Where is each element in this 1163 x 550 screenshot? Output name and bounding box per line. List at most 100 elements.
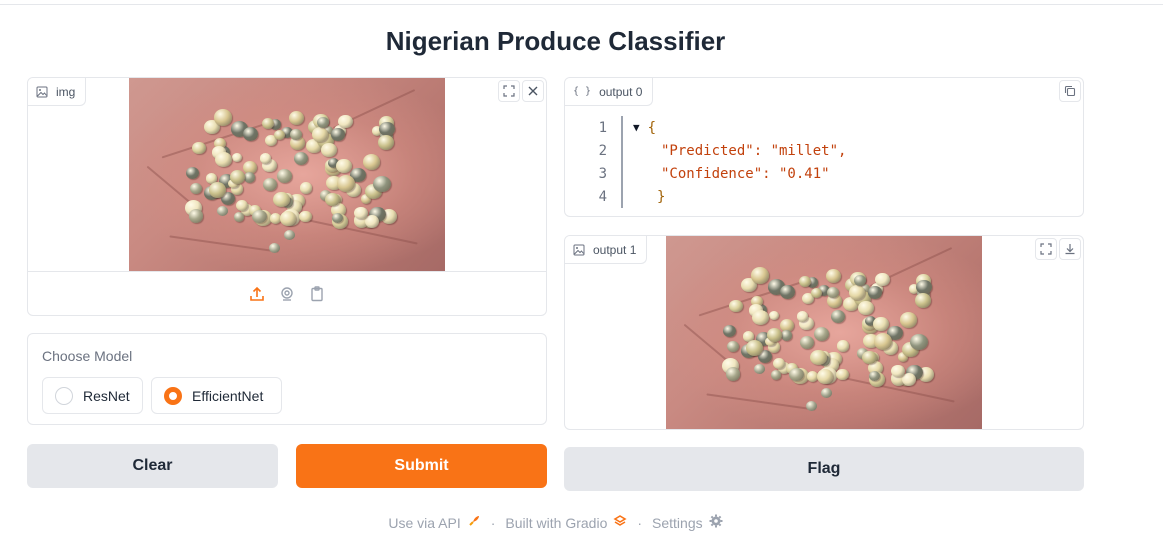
millet-grain: [916, 279, 932, 294]
millet-grain: [190, 182, 202, 194]
settings-text: Settings: [652, 514, 703, 531]
millet-grain: [373, 176, 391, 193]
flag-button[interactable]: Flag: [564, 447, 1084, 491]
millet-grain: [316, 117, 329, 129]
output0-label: { } output 0: [565, 78, 654, 106]
download-icon[interactable]: [1059, 238, 1081, 260]
line-number: 1: [598, 119, 607, 136]
millet-grain: [874, 333, 893, 350]
json-viewer: 1 ▼ { 2 "Predicted": "millet", 3 "Confid…: [585, 116, 846, 208]
millet-grain: [321, 142, 337, 157]
millet-grain: [875, 273, 890, 287]
millet-grain: [770, 369, 782, 380]
millet-grain: [299, 182, 313, 194]
output-millet-image: [666, 236, 982, 429]
millet-grain: [353, 206, 368, 220]
millet-grain: [284, 230, 295, 240]
millet-grain: [192, 142, 206, 155]
image-icon: [36, 86, 48, 98]
millet-grain: [751, 309, 769, 325]
millet-grain: [780, 330, 793, 341]
json-line: 2 "Predicted": "millet",: [585, 139, 846, 162]
radio-indicator[interactable]: [55, 386, 73, 405]
millet-grain: [910, 334, 928, 351]
page-title: Nigerian Produce Classifier: [385, 26, 726, 56]
json-icon: { }: [573, 86, 592, 97]
indent-guide: [621, 139, 623, 162]
millet-grain: [806, 401, 817, 411]
clear-button[interactable]: Clear: [27, 444, 278, 488]
close-icon[interactable]: [522, 80, 544, 102]
radio-indicator-selected[interactable]: [164, 386, 182, 405]
millet-grain: [273, 191, 290, 207]
millet-grain: [745, 339, 764, 356]
millet-grain: [188, 209, 204, 223]
millet-grain: [378, 134, 395, 150]
output0-label-text: output 0: [599, 84, 643, 99]
clipboard-icon[interactable]: [308, 285, 326, 303]
millet-grain: [217, 206, 228, 216]
millet-grain: [768, 310, 779, 320]
millet-grain: [243, 172, 256, 183]
millet-grain: [915, 292, 932, 308]
model-choice-block: Choose Model ResNet EfficientNet: [27, 333, 547, 425]
output1-label-text: output 1: [593, 242, 637, 257]
radio-resnet[interactable]: ResNet: [42, 377, 143, 414]
millet-grain: [780, 284, 796, 299]
collapse-toggle-icon[interactable]: ▼: [633, 121, 640, 134]
millet-grain: [848, 285, 865, 301]
millet-grain: [821, 388, 832, 398]
footer-separator: ·: [637, 514, 643, 531]
submit-button[interactable]: Submit: [296, 444, 547, 488]
millet-grain: [723, 324, 737, 338]
radio-efficientnet[interactable]: EfficientNet: [151, 377, 282, 414]
millet-grain: [725, 367, 741, 381]
millet-grain: [243, 126, 259, 141]
millet-grain: [813, 326, 829, 341]
millet-grain: [816, 368, 834, 384]
webcam-icon[interactable]: [278, 285, 296, 303]
millet-grain: [214, 151, 232, 167]
image-source-bar: [28, 271, 546, 315]
indent-guide: [621, 162, 623, 185]
millet-grain: [825, 268, 842, 284]
millet-grain: [890, 364, 905, 378]
millet-grain: [365, 214, 380, 228]
gradio-logo-icon: [613, 514, 627, 531]
json-line: 1 ▼ {: [585, 116, 846, 139]
millet-grain: [830, 310, 845, 324]
use-via-api-text: Use via API: [388, 514, 461, 531]
fullscreen-icon[interactable]: [498, 80, 520, 102]
upload-icon[interactable]: [248, 285, 266, 303]
output1-label: output 1: [565, 236, 648, 264]
millet-grain: [727, 340, 739, 352]
output-image-panel: output 1: [564, 235, 1084, 430]
radio-label: ResNet: [83, 387, 130, 404]
millet-grain: [800, 336, 815, 349]
fullscreen-icon[interactable]: [1035, 238, 1057, 260]
input-image-panel[interactable]: img: [27, 77, 547, 316]
millet-grain: [751, 267, 769, 284]
footer: Use via API · Built with Gradio · Settin…: [0, 514, 1111, 531]
output-json-panel: { } output 0 1 ▼ { 2 "Predicted": "mille…: [564, 77, 1084, 217]
image-icon: [573, 244, 585, 256]
built-with-gradio-text: Built with Gradio: [505, 514, 608, 531]
millet-grain: [231, 152, 242, 162]
millet-grain: [214, 109, 232, 126]
millet-grain: [858, 300, 874, 315]
input-image-label-text: img: [56, 84, 76, 99]
millet-grain: [796, 311, 809, 322]
input-image-label: img: [28, 78, 87, 106]
millet-grain: [230, 170, 245, 184]
settings-link[interactable]: Settings: [652, 514, 723, 531]
use-via-api-link[interactable]: Use via API: [388, 514, 480, 531]
copy-icon[interactable]: [1059, 80, 1081, 102]
line-number: 3: [598, 165, 607, 182]
millet-grain: [269, 243, 280, 253]
json-close-brace: }: [657, 188, 666, 205]
millet-grain: [263, 178, 278, 191]
top-divider: [0, 4, 1163, 5]
millet-grain: [338, 115, 353, 129]
built-with-gradio-link[interactable]: Built with Gradio: [505, 514, 627, 531]
json-confidence: "Confidence": "0.41": [661, 165, 830, 182]
